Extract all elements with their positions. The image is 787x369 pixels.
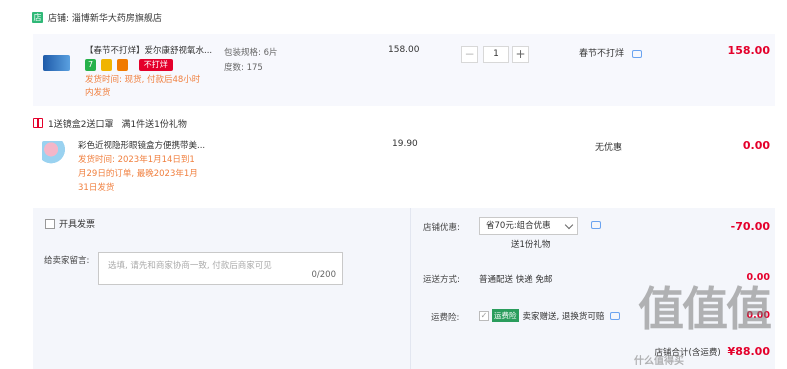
shop-name[interactable]: 店铺: 淄博新华大药房旗舰店 <box>48 11 162 24</box>
promo-label: 无优惠 <box>595 143 623 153</box>
item-subtotal: 0.00 <box>742 139 770 152</box>
chat-icon[interactable] <box>631 49 642 58</box>
no-closing-tag: 不打烊 <box>138 59 173 71</box>
chat-icon[interactable] <box>610 311 621 320</box>
message-counter: 0/200 <box>311 270 337 280</box>
gift-desc: 满1件送1份礼物 <box>121 119 187 130</box>
quantity-input[interactable]: 1 <box>483 46 509 63</box>
cart-item-1: 【春节不打烊】爱尔康舒视氧水... 7 不打烊 发货时间: 现货, 付款后48小… <box>33 34 775 106</box>
total-amount: ¥88.00 <box>727 345 770 358</box>
discount-select[interactable]: 省70元:组合优惠 <box>479 217 578 235</box>
card-tag-icon <box>116 59 128 71</box>
discount-amount: -70.00 <box>730 220 770 233</box>
insurance-value: 卖家赠送, 退换货可赔 <box>522 311 605 322</box>
promo-label: 春节不打烊 <box>579 49 625 59</box>
cart-item-2: 彩色近视隐形眼镜盒方便携带美... 发货时间: 2023年1月14日到1 月29… <box>33 130 775 202</box>
gift-promo-line: 1送镜盒2送口罩 满1件送1份礼物 <box>33 116 775 130</box>
product-title[interactable]: 【春节不打烊】爱尔康舒视氧水... <box>85 44 225 56</box>
product-title[interactable]: 彩色近视隐形眼镜盒方便携带美... <box>78 139 218 151</box>
quantity-plus-button[interactable]: + <box>512 46 529 63</box>
watermark-text: 什么值得买 <box>634 356 684 367</box>
watermark-logo: 值值值 <box>638 282 772 336</box>
spec-size: 包装规格: 6片 <box>224 48 278 58</box>
product-thumb-lens-case[interactable] <box>42 141 68 165</box>
discount-gift: 送1份礼物 <box>511 240 551 250</box>
shipping-value: 普通配送 快递 免邮 <box>479 275 553 285</box>
invoice-label: 开具发票 <box>59 220 96 230</box>
shop-header: 店 店铺: 淄博新华大药房旗舰店 <box>0 0 787 34</box>
chevron-down-icon <box>564 220 574 230</box>
chat-icon[interactable] <box>591 221 601 229</box>
unit-price: 158.00 <box>388 45 420 55</box>
unit-price: 19.90 <box>392 139 418 149</box>
discount-label: 店铺优惠: <box>423 223 460 233</box>
insurance-badge: 运费险 <box>492 309 519 322</box>
product-thumb-contact-lens[interactable] <box>43 55 70 71</box>
item-subtotal: 158.00 <box>727 44 770 57</box>
invoice-checkbox[interactable] <box>45 218 55 229</box>
shield-tag-icon <box>100 59 112 71</box>
insurance-checkbox[interactable]: ✓ <box>479 310 489 321</box>
shipping-note: 发货时间: 2023年1月14日到1 月29日的订单, 最晚2023年1月 31… <box>78 155 198 193</box>
shipping-note: 发货时间: 现货, 付款后48小时 内发货 <box>85 75 201 98</box>
gift-label: 1送镜盒2送口罩 <box>48 119 114 130</box>
gift-icon <box>33 118 43 128</box>
footer-divider <box>410 208 411 369</box>
message-placeholder: 选填, 请先和商家协商一致, 付款后商家可见 <box>108 261 272 271</box>
insurance-label: 运费险: <box>431 313 460 323</box>
seller-message-input[interactable]: 选填, 请先和商家协商一致, 付款后商家可见 0/200 <box>98 252 343 285</box>
spec-degree: 度数: 175 <box>224 63 263 73</box>
shop-icon: 店 <box>32 11 43 23</box>
seven-day-tag: 7 <box>85 59 97 71</box>
shipping-label: 运送方式: <box>423 275 460 285</box>
quantity-minus-button[interactable]: − <box>461 46 478 63</box>
message-label: 给卖家留言: <box>44 256 90 266</box>
